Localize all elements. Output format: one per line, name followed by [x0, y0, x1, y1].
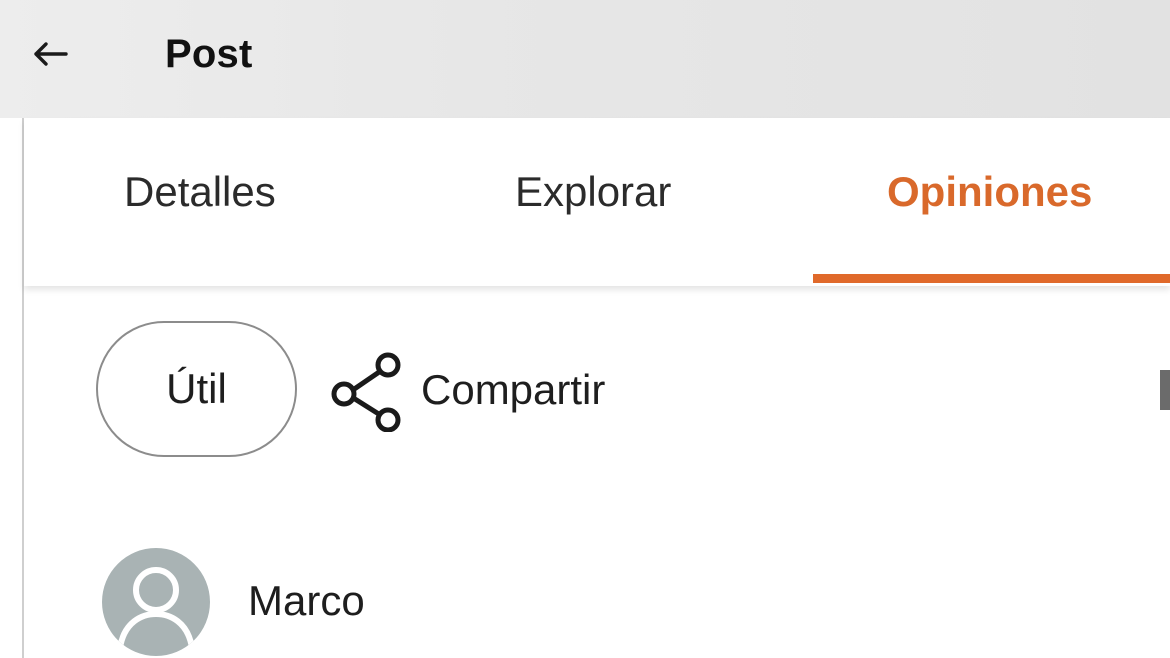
user-avatar-icon[interactable]: [102, 548, 210, 656]
top-app-bar: Post: [0, 0, 1170, 118]
arrow-left-icon: [34, 42, 68, 66]
tab-bar: Detalles Explorar Opiniones: [24, 118, 1170, 286]
post-screen: Post Detalles Explorar Opiniones Útil Co…: [0, 0, 1170, 658]
reviewer-name[interactable]: Marco: [248, 577, 365, 625]
tab-explore[interactable]: Explorar: [515, 168, 671, 216]
share-icon: [327, 348, 407, 432]
tab-details[interactable]: Detalles: [124, 168, 276, 216]
useful-button-label: Útil: [166, 365, 227, 412]
cut-off-action-edge: [1160, 370, 1170, 410]
share-button[interactable]: Compartir: [327, 340, 605, 440]
share-button-label: Compartir: [421, 366, 606, 413]
useful-button[interactable]: Útil: [96, 321, 297, 457]
tab-reviews[interactable]: Opiniones: [887, 168, 1092, 216]
page-title: Post: [165, 32, 253, 76]
back-button[interactable]: [22, 30, 78, 78]
active-tab-indicator: [813, 274, 1170, 283]
